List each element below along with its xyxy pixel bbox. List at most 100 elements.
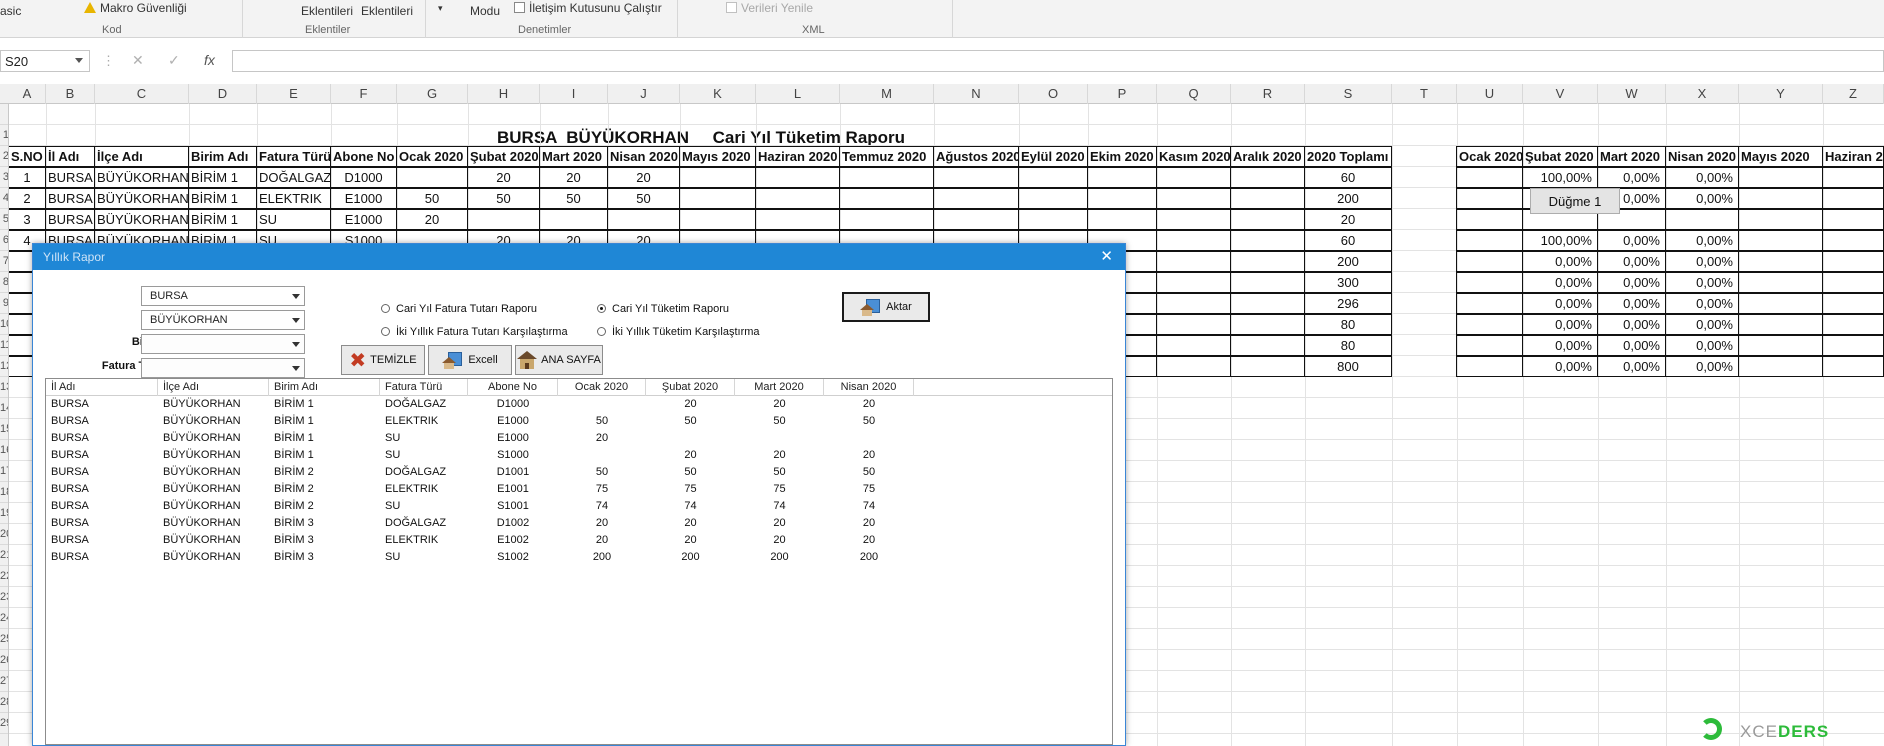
data-cell[interactable] [1230, 167, 1305, 188]
column-header[interactable]: S [1305, 84, 1392, 104]
row-header[interactable]: 23 [0, 587, 8, 608]
chevron-down-icon[interactable] [292, 342, 300, 347]
percent-cell[interactable]: 0,00% [1665, 293, 1739, 314]
radio-cari-tuketim[interactable]: Cari Yıl Tüketim Raporu [597, 303, 729, 315]
data-cell[interactable] [1156, 167, 1231, 188]
data-cell[interactable] [1087, 167, 1157, 188]
row-header[interactable]: 9 [0, 293, 8, 314]
data-cell[interactable]: 1 [9, 167, 46, 188]
header-cell[interactable]: Haziran 20 [1822, 146, 1884, 167]
data-cell[interactable]: D1000 [330, 167, 397, 188]
percent-cell[interactable] [1456, 356, 1523, 377]
header-cell[interactable]: Ocak 2020 [1456, 146, 1523, 167]
listview-row[interactable]: BURSA BÜYÜKORHAN BİRİM 1 ELEKTRIK E1000 50 50 5… [46, 413, 1112, 430]
percent-cell[interactable]: 0,00% [1665, 314, 1739, 335]
design-mode-button[interactable]: Modu [470, 4, 500, 18]
row-header[interactable]: 1 [0, 125, 8, 146]
data-cell[interactable] [933, 209, 1019, 230]
header-cell[interactable]: İl Adı [45, 146, 95, 167]
data-cell[interactable] [1230, 293, 1305, 314]
percent-cell[interactable]: 0,00% [1597, 314, 1666, 335]
total-cell[interactable]: 80 [1304, 335, 1392, 356]
column-header[interactable]: N [934, 84, 1019, 104]
column-header[interactable]: G [397, 84, 468, 104]
percent-cell[interactable] [1456, 209, 1523, 230]
data-cell[interactable] [839, 188, 934, 209]
header-cell[interactable]: Haziran 2020 [755, 146, 840, 167]
percent-cell[interactable] [1822, 188, 1884, 209]
row-header[interactable]: 21 [0, 545, 8, 566]
il-combobox[interactable]: BURSA [141, 286, 305, 306]
data-cell[interactable]: BİRİM 1 [188, 188, 257, 209]
header-cell[interactable]: Şubat 2020 [1522, 146, 1598, 167]
data-cell[interactable] [396, 167, 468, 188]
data-cell[interactable]: DOĞALGAZ [256, 167, 331, 188]
percent-cell[interactable]: 0,00% [1665, 335, 1739, 356]
excel-addins-button[interactable]: Eklentileri [361, 4, 413, 18]
percent-cell[interactable] [1738, 167, 1823, 188]
percent-cell[interactable]: 0,00% [1597, 293, 1666, 314]
aktar-button[interactable]: Aktar [842, 292, 930, 322]
listview-column-header[interactable]: Şubat 2020 [646, 379, 735, 396]
column-header[interactable]: Z [1823, 84, 1884, 104]
radio-cari-fatura[interactable]: Cari Yıl Fatura Tutarı Raporu [381, 303, 537, 315]
data-cell[interactable] [1230, 230, 1305, 251]
percent-cell[interactable] [1456, 230, 1523, 251]
percent-cell[interactable] [1822, 356, 1884, 377]
header-cell[interactable]: İlçe Adı [94, 146, 189, 167]
data-cell[interactable] [1087, 209, 1157, 230]
data-cell[interactable] [1156, 272, 1231, 293]
header-cell[interactable]: S.NO [9, 146, 46, 167]
percent-cell[interactable]: 100,00% [1522, 230, 1598, 251]
data-cell[interactable] [679, 167, 756, 188]
total-cell[interactable]: 200 [1304, 188, 1392, 209]
data-cell[interactable] [1230, 314, 1305, 335]
listview-column-header[interactable]: İl Adı [46, 379, 158, 396]
data-cell[interactable] [1156, 209, 1231, 230]
row-header[interactable]: 20 [0, 524, 8, 545]
percent-cell[interactable]: 100,00% [1522, 167, 1598, 188]
header-cell[interactable]: Eylül 2020 [1018, 146, 1088, 167]
column-header[interactable]: L [756, 84, 840, 104]
data-cell[interactable] [839, 167, 934, 188]
total-cell[interactable]: 60 [1304, 230, 1392, 251]
column-header[interactable]: C [95, 84, 189, 104]
listview-column-header[interactable]: Mart 2020 [735, 379, 824, 396]
birimi-combobox[interactable] [141, 334, 305, 354]
total-cell[interactable]: 20 [1304, 209, 1392, 230]
row-header[interactable]: 16 [0, 440, 8, 461]
data-cell[interactable]: BÜYÜKORHAN [94, 188, 189, 209]
header-cell[interactable]: Fatura Türü [256, 146, 331, 167]
percent-cell[interactable] [1665, 209, 1739, 230]
formula-input[interactable] [232, 50, 1884, 72]
radio-iki-yillik-tuketim[interactable]: İki Yıllık Tüketim Karşılaştırma [597, 326, 760, 338]
insert-function-icon[interactable]: fx [204, 52, 215, 68]
row-header[interactable]: 29 [0, 713, 8, 734]
row-header[interactable]: 24 [0, 608, 8, 629]
listview-row[interactable]: BURSA BÜYÜKORHAN BİRİM 1 SU E1000 20 [46, 430, 1112, 447]
data-cell[interactable] [933, 167, 1019, 188]
column-header[interactable]: X [1666, 84, 1739, 104]
radio-circle[interactable] [597, 327, 606, 336]
data-cell[interactable]: BURSA [45, 188, 95, 209]
data-cell[interactable] [1018, 167, 1088, 188]
data-cell[interactable] [755, 209, 840, 230]
column-header[interactable]: D [189, 84, 257, 104]
dialog-titlebar[interactable]: Yıllık Rapor ✕ [33, 244, 1125, 270]
percent-cell[interactable] [1738, 293, 1823, 314]
row-header[interactable]: 19 [0, 503, 8, 524]
data-cell[interactable]: SU [256, 209, 331, 230]
percent-cell[interactable] [1456, 314, 1523, 335]
total-cell[interactable]: 60 [1304, 167, 1392, 188]
listview-column-header[interactable]: Birim Adı [269, 379, 380, 396]
percent-cell[interactable] [1822, 209, 1884, 230]
header-cell[interactable]: Nisan 2020 [607, 146, 680, 167]
listview-column-header[interactable]: İlçe Adı [158, 379, 269, 396]
header-cell[interactable]: Aralık 2020 [1230, 146, 1305, 167]
row-header[interactable]: 2 [0, 146, 8, 167]
data-cell[interactable] [1230, 356, 1305, 377]
data-cell[interactable]: E1000 [330, 188, 397, 209]
row-header[interactable]: 27 [0, 671, 8, 692]
data-cell[interactable] [755, 167, 840, 188]
listview-row[interactable]: BURSA BÜYÜKORHAN BİRİM 1 DOĞALGAZ D1000 20 20 2… [46, 396, 1112, 413]
